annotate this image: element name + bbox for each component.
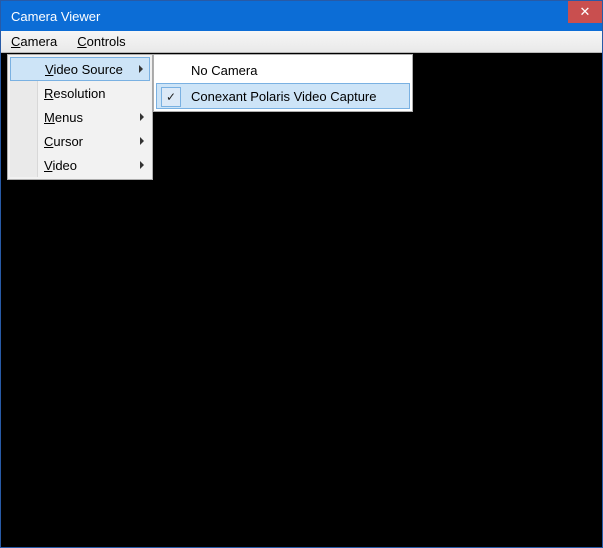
video-source-submenu: No Camera ✓ Conexant Polaris Video Captu…	[153, 54, 413, 112]
menu-item-cursor[interactable]: Cursor	[10, 129, 150, 153]
menu-label: Camera	[11, 34, 57, 49]
menu-bar: Camera Controls	[1, 31, 602, 53]
menu-item-video[interactable]: Video	[10, 153, 150, 177]
submenu-arrow-icon	[140, 137, 144, 145]
menu-item-resolution[interactable]: Resolution	[10, 81, 150, 105]
menu-item-menus[interactable]: Menus	[10, 105, 150, 129]
checkmark-icon: ✓	[161, 87, 181, 107]
menu-camera[interactable]: Camera	[1, 31, 67, 52]
menu-item-label: Cursor	[44, 134, 83, 149]
submenu-arrow-icon	[140, 113, 144, 121]
submenu-item-conexant[interactable]: ✓ Conexant Polaris Video Capture	[156, 83, 410, 109]
submenu-item-label: No Camera	[191, 63, 257, 78]
submenu-item-no-camera[interactable]: No Camera	[156, 57, 410, 83]
close-icon: ✕	[580, 4, 591, 20]
window-title: Camera Viewer	[11, 9, 100, 24]
menu-item-label: Video Source	[45, 62, 123, 77]
title-bar: Camera Viewer ✕	[1, 1, 602, 31]
menu-label: Controls	[77, 34, 125, 49]
menu-item-video-source[interactable]: Video Source	[10, 57, 150, 81]
submenu-arrow-icon	[139, 65, 143, 73]
camera-dropdown: Video Source Resolution Menus Cursor Vid…	[7, 54, 153, 180]
app-window: Camera Viewer ✕ Camera Controls Video So…	[0, 0, 603, 548]
menu-item-label: Menus	[44, 110, 83, 125]
menu-item-label: Video	[44, 158, 77, 173]
menu-controls[interactable]: Controls	[67, 31, 135, 52]
close-button[interactable]: ✕	[568, 1, 602, 23]
submenu-item-label: Conexant Polaris Video Capture	[191, 89, 377, 104]
menu-item-label: Resolution	[44, 86, 105, 101]
submenu-arrow-icon	[140, 161, 144, 169]
